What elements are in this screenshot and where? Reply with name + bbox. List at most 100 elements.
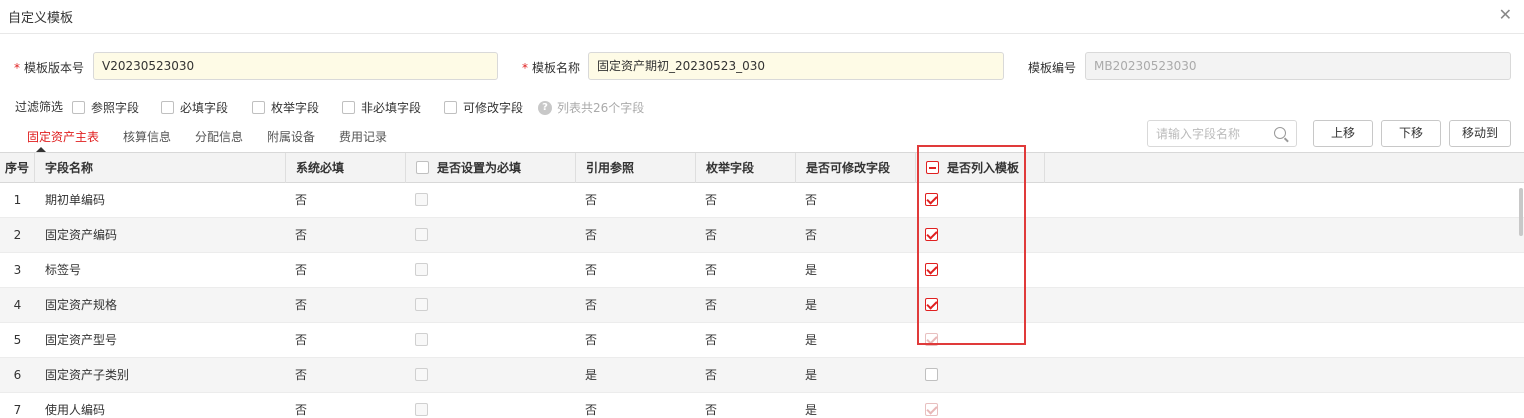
tab-accounting-info[interactable]: 核算信息 <box>123 128 171 145</box>
cell-field-name: 固定资产规格 <box>45 298 118 312</box>
cell-reference: 否 <box>585 263 598 277</box>
cell-no: 6 <box>13 368 22 382</box>
scrollbar-thumb[interactable] <box>1519 188 1523 236</box>
checkbox[interactable] <box>415 333 428 346</box>
cell-reference: 否 <box>585 193 598 207</box>
filter-required-field[interactable]: 必填字段 <box>161 99 228 116</box>
close-icon[interactable]: ✕ <box>1499 5 1512 24</box>
checkbox[interactable] <box>925 298 938 311</box>
col-include-in-template: 是否列入模板 <box>916 153 1045 183</box>
cell-field-name: 标签号 <box>45 263 82 277</box>
checkbox[interactable] <box>415 298 428 311</box>
name-input[interactable]: 固定资产期初_20230523_030 <box>588 52 1004 80</box>
field-search <box>1147 120 1297 147</box>
checkbox[interactable] <box>161 101 174 114</box>
table-row[interactable]: 5 固定资产型号 否 否 否 是 <box>0 323 1524 358</box>
checkbox[interactable] <box>444 101 457 114</box>
cell-no: 7 <box>13 403 22 417</box>
cell-system-required: 否 <box>295 368 308 382</box>
move-up-button[interactable]: 上移 <box>1313 120 1373 147</box>
cell-include-in-template <box>925 323 938 357</box>
search-input[interactable] <box>1148 121 1263 146</box>
cell-set-required <box>415 218 428 252</box>
col-system-required: 系统必填 <box>286 153 406 183</box>
set-required-select-all[interactable] <box>416 161 429 174</box>
code-label: 模板编号 <box>1028 61 1077 75</box>
cell-editable-field: 是 <box>805 263 818 277</box>
cell-reference: 否 <box>585 333 598 347</box>
field-count-text: 列表共26个字段 <box>557 101 645 115</box>
filter-ref-field[interactable]: 参照字段 <box>72 99 139 116</box>
field-table: 序号 字段名称 系统必填 是否设置为必填 引用参照 枚举字段 是否可修改字段 是… <box>0 152 1524 418</box>
tab-expense-records[interactable]: 费用记录 <box>339 128 387 145</box>
table-scrollbar[interactable] <box>1518 183 1524 418</box>
version-input[interactable]: V20230523030 <box>93 52 498 80</box>
filter-enum-field[interactable]: 枚举字段 <box>252 99 319 116</box>
move-to-button[interactable]: 移动到 <box>1449 120 1511 147</box>
filter-bar: 过滤筛选 参照字段 必填字段 枚举字段 非必填字段 可修改字段 ? 列表共26个字… <box>0 97 1524 117</box>
checkbox[interactable] <box>415 193 428 206</box>
cell-enum-field: 否 <box>705 193 718 207</box>
col-set-required: 是否设置为必填 <box>406 153 576 183</box>
cell-set-required <box>415 183 428 217</box>
cell-include-in-template <box>925 253 938 287</box>
checkbox[interactable] <box>342 101 355 114</box>
table-row[interactable]: 6 固定资产子类别 否 是 否 是 <box>0 358 1524 393</box>
checkbox[interactable] <box>925 368 938 381</box>
cell-include-in-template <box>925 183 938 217</box>
tab-allocation-info[interactable]: 分配信息 <box>195 128 243 145</box>
checkbox[interactable] <box>72 101 85 114</box>
cell-system-required: 否 <box>295 228 308 242</box>
field-count-info: ? 列表共26个字段 <box>538 99 644 116</box>
checkbox[interactable] <box>415 263 428 276</box>
checkbox[interactable] <box>415 228 428 241</box>
table-row[interactable]: 4 固定资产规格 否 否 否 是 <box>0 288 1524 323</box>
cell-set-required <box>415 358 428 392</box>
cell-editable-field: 是 <box>805 403 818 417</box>
search-icon[interactable] <box>1274 127 1286 139</box>
col-include-label: 是否列入模板 <box>947 161 1020 175</box>
question-icon: ? <box>538 100 552 115</box>
filter-optional-field[interactable]: 非必填字段 <box>342 99 421 116</box>
checkbox[interactable] <box>925 263 938 276</box>
filter-editable-field[interactable]: 可修改字段 <box>444 99 523 116</box>
checkbox[interactable] <box>415 368 428 381</box>
col-reference: 引用参照 <box>576 153 696 183</box>
checkbox[interactable] <box>925 193 938 206</box>
filter-option-label: 枚举字段 <box>271 101 320 115</box>
col-field-name: 字段名称 <box>35 153 286 183</box>
table-row[interactable]: 2 固定资产编码 否 否 否 否 <box>0 218 1524 253</box>
required-mark: * <box>14 61 20 75</box>
table-header: 序号 字段名称 系统必填 是否设置为必填 引用参照 枚举字段 是否可修改字段 是… <box>0 152 1524 183</box>
name-label: * 模板名称 <box>522 59 580 76</box>
table-row[interactable]: 3 标签号 否 否 否 是 <box>0 253 1524 288</box>
cell-system-required: 否 <box>295 333 308 347</box>
cell-editable-field: 是 <box>805 368 818 382</box>
checkbox[interactable] <box>925 333 938 346</box>
cell-editable-field: 是 <box>805 298 818 312</box>
template-form: * 模板版本号 V20230523030 * 模板名称 固定资产期初_2023052… <box>0 52 1524 80</box>
cell-reference: 否 <box>585 403 598 417</box>
cell-no: 2 <box>13 228 22 242</box>
tab-attached-equipment[interactable]: 附属设备 <box>267 128 315 145</box>
dialog-titlebar: 自定义模板 ✕ <box>0 0 1524 34</box>
filter-option-label: 必填字段 <box>180 101 229 115</box>
checkbox[interactable] <box>252 101 265 114</box>
cell-system-required: 否 <box>295 298 308 312</box>
cell-no: 5 <box>13 333 22 347</box>
cell-set-required <box>415 288 428 322</box>
cell-editable-field: 否 <box>805 193 818 207</box>
checkbox[interactable] <box>925 403 938 416</box>
include-select-all[interactable] <box>926 161 939 174</box>
cell-enum-field: 否 <box>705 263 718 277</box>
cell-set-required <box>415 253 428 287</box>
table-row[interactable]: 1 期初单编码 否 否 否 否 <box>0 183 1524 218</box>
checkbox[interactable] <box>925 228 938 241</box>
cell-include-in-template <box>925 288 938 322</box>
version-label: * 模板版本号 <box>14 59 84 76</box>
tab-fixed-asset-main[interactable]: 固定资产主表 <box>27 128 99 145</box>
table-row[interactable]: 7 使用人编码 否 否 否 是 <box>0 393 1524 418</box>
move-down-button[interactable]: 下移 <box>1381 120 1441 147</box>
checkbox[interactable] <box>415 403 428 416</box>
cell-enum-field: 否 <box>705 298 718 312</box>
